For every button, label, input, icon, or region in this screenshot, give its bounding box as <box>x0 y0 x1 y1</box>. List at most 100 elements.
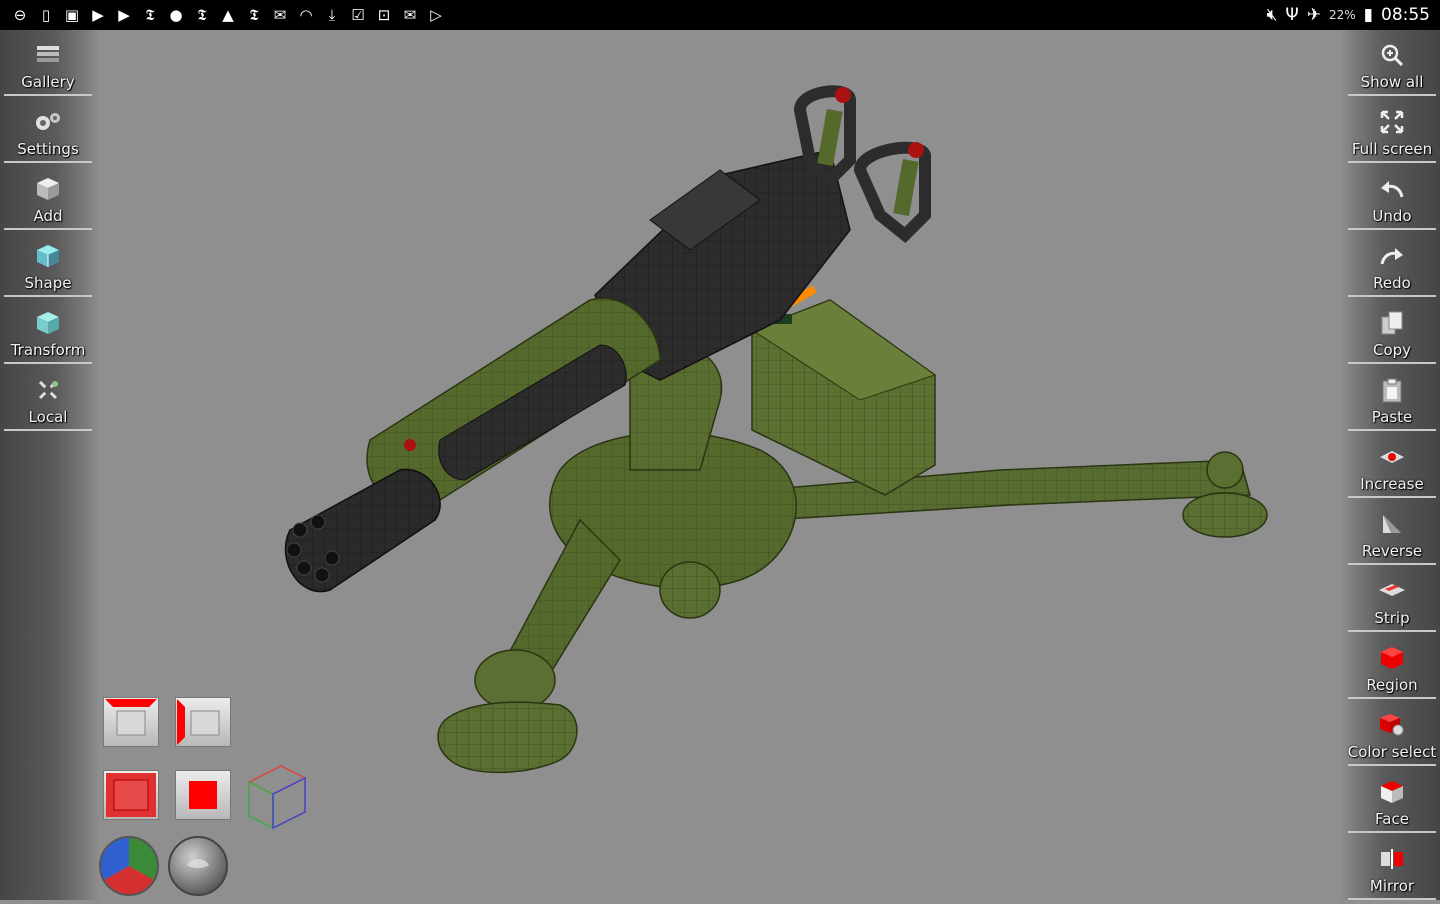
settings-icon <box>33 107 63 137</box>
copy-label: Copy <box>1372 341 1412 359</box>
paste-button[interactable]: Paste <box>1348 365 1436 431</box>
add-button[interactable]: Add <box>4 164 92 230</box>
wire-cube-icon <box>247 765 307 830</box>
fullscreen-icon <box>1377 107 1407 137</box>
undo-button[interactable]: Undo <box>1348 164 1436 230</box>
add-cube-icon <box>33 174 63 204</box>
strip-button[interactable]: Strip <box>1348 566 1436 632</box>
left-toolbar: Gallery Settings Add Shape Transform Loc… <box>0 30 100 900</box>
triangle-icon: ▲ <box>222 6 234 24</box>
reverse-button[interactable]: Reverse <box>1348 499 1436 565</box>
redo-icon <box>1377 241 1407 271</box>
transform-icon <box>33 308 63 338</box>
local-icon <box>33 375 63 405</box>
local-button[interactable]: Local <box>4 365 92 431</box>
airplane-icon: ✈ <box>1306 5 1321 25</box>
undo-icon <box>1377 174 1407 204</box>
play-store-icon: ▷ <box>430 6 442 24</box>
mirror-label: Mirror <box>1369 877 1415 895</box>
status-bar: ⊖ ▯ ▣ ▶ ▶ 𝕿 ● 𝕿 ▲ 𝕿 ✉ ◠ ⤓ ☑ ⊡ ✉ ▷ 🔇︎ Ψ ✈… <box>0 0 1440 30</box>
download-icon: ⤓ <box>328 6 336 24</box>
shape-label: Shape <box>24 274 72 292</box>
reverse-label: Reverse <box>1361 542 1423 560</box>
check-icon: ☑ <box>351 6 365 24</box>
gallery-icon <box>33 40 63 70</box>
sphere-icon <box>168 836 228 896</box>
signal-icon: Ψ <box>1285 5 1299 25</box>
newspaper-icon: 𝕿 <box>249 6 259 24</box>
view-front-button[interactable] <box>103 770 159 820</box>
mirror-icon <box>1377 844 1407 874</box>
wifi-icon: ◠ <box>299 6 313 24</box>
battery-percent: 22% <box>1328 8 1356 22</box>
increase-button[interactable]: Increase <box>1348 432 1436 498</box>
clock: 08:55 <box>1381 5 1430 25</box>
color-select-button[interactable]: Color select <box>1348 700 1436 766</box>
local-label: Local <box>28 408 68 426</box>
view-top-button[interactable] <box>103 697 159 747</box>
region-button[interactable]: Region <box>1348 633 1436 699</box>
view-front-icon <box>106 773 156 817</box>
full-screen-button[interactable]: Full screen <box>1348 97 1436 163</box>
undo-label: Undo <box>1372 207 1412 225</box>
view-top-icon <box>105 699 157 736</box>
region-icon <box>1377 643 1407 673</box>
strip-icon <box>1377 576 1407 606</box>
face-button[interactable]: Face <box>1348 767 1436 833</box>
shape-button[interactable]: Shape <box>4 231 92 297</box>
show-all-button[interactable]: Show all <box>1348 30 1436 96</box>
view-side-button[interactable] <box>175 697 231 747</box>
notification-icons: ⊖ ▯ ▣ ▶ ▶ 𝕿 ● 𝕿 ▲ 𝕿 ✉ ◠ ⤓ ☑ ⊡ ✉ ▷ <box>0 6 446 24</box>
right-toolbar: Show all Full screen Undo Redo Copy Past… <box>1340 30 1440 900</box>
region-label: Region <box>1366 676 1418 694</box>
view-side-icon <box>177 699 220 745</box>
mail-icon: ✉ <box>403 6 417 24</box>
paste-label: Paste <box>1371 408 1413 426</box>
settings-button[interactable]: Settings <box>4 97 92 163</box>
perspective-cube-button[interactable] <box>245 762 309 832</box>
zoom-icon <box>1377 40 1407 70</box>
mute-icon: 🔇︎ <box>1266 5 1278 25</box>
youtube-icon: ▶ <box>92 6 104 24</box>
shape-icon <box>33 241 63 271</box>
increase-icon <box>1377 442 1407 472</box>
gun-barrels <box>284 468 441 593</box>
color-wheel-button[interactable] <box>98 835 160 897</box>
gallery-button[interactable]: Gallery <box>4 30 92 96</box>
increase-label: Increase <box>1360 475 1424 493</box>
face-label: Face <box>1375 810 1409 828</box>
view-back-icon <box>189 781 217 809</box>
paste-icon <box>1377 375 1407 405</box>
color-select-label: Color select <box>1347 743 1437 761</box>
show-all-label: Show all <box>1360 73 1424 91</box>
system-icons: 🔇︎ Ψ ✈ 22% ▮ 08:55 <box>1267 5 1440 25</box>
circle-icon: ● <box>169 6 183 24</box>
settings-label: Settings <box>17 140 79 158</box>
mirror-button[interactable]: Mirror <box>1348 834 1436 900</box>
redo-button[interactable]: Redo <box>1348 231 1436 297</box>
color-select-icon <box>1377 710 1407 740</box>
transform-label: Transform <box>10 341 86 359</box>
copy-icon <box>1377 308 1407 338</box>
view-back-button[interactable] <box>175 770 231 820</box>
transform-button[interactable]: Transform <box>4 298 92 364</box>
notification-icon: ⊖ <box>13 6 27 24</box>
image-icon: ▣ <box>64 6 80 24</box>
face-icon <box>1377 777 1407 807</box>
mail-icon: ⊡ <box>377 6 391 24</box>
youtube-icon: ▶ <box>118 6 130 24</box>
material-sphere-button[interactable] <box>167 835 229 897</box>
copy-button[interactable]: Copy <box>1348 298 1436 364</box>
full-screen-label: Full screen <box>1351 140 1433 158</box>
tripod-front-leg <box>437 518 621 774</box>
reverse-icon <box>1377 509 1407 539</box>
gallery-label: Gallery <box>21 73 75 91</box>
clipboard-icon: ▯ <box>41 6 51 24</box>
add-label: Add <box>33 207 63 225</box>
newspaper-icon: 𝕿 <box>145 6 155 24</box>
color-wheel-icon <box>99 836 159 896</box>
battery-icon: ▮ <box>1363 5 1373 25</box>
strip-label: Strip <box>1374 609 1410 627</box>
redo-label: Redo <box>1373 274 1411 292</box>
newspaper-icon: 𝕿 <box>197 6 207 24</box>
